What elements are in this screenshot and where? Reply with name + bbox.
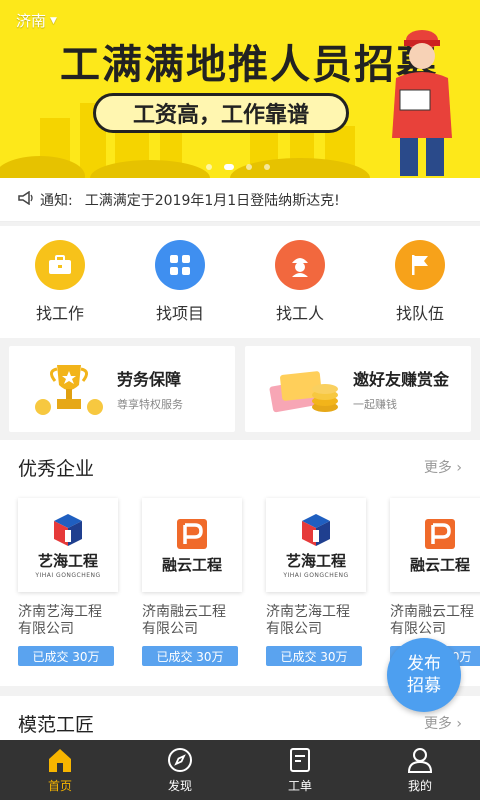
notice-bar[interactable]: 通知: 工满满定于2019年1月1日登陆纳斯达克! xyxy=(0,178,480,222)
company-logo: 融云工程 xyxy=(390,498,480,592)
city-selector[interactable]: 济南 ▼ xyxy=(16,10,57,31)
post-recruitment-button[interactable]: 发布 招募 xyxy=(387,638,461,712)
chevron-right-icon: › xyxy=(456,716,462,732)
rongyun-logo-icon xyxy=(425,518,455,549)
section-title: 优秀企业 xyxy=(18,457,95,480)
carousel-dot xyxy=(206,164,212,170)
quicknav-label: 找工作 xyxy=(35,304,84,323)
deal-badge: 已成交 30万 xyxy=(142,646,238,666)
worker-illustration xyxy=(392,30,452,176)
promo-subtitle: 一起赚钱 xyxy=(353,398,397,411)
logo-text: 融云工程 xyxy=(409,555,470,574)
company-card[interactable]: 融云工程 济南融云工程有限公司 已成交 30万 xyxy=(142,498,242,666)
bottom-tab-bar: 首页 发现 工单 我的 xyxy=(0,740,480,800)
section-header: 优秀企业 更多 › xyxy=(0,440,480,494)
company-logo: 艺海工程 YIHAI GONGCHENG xyxy=(18,498,118,592)
caret-down-icon: ▼ xyxy=(50,15,57,26)
deal-badge: 已成交 30万 xyxy=(266,646,362,666)
flag-icon xyxy=(395,240,445,290)
company-card[interactable]: 艺海工程 YIHAI GONGCHENG 济南艺海工程 有限公司 已成交 30万 xyxy=(266,498,366,666)
yihai-logo-icon xyxy=(54,513,82,546)
quicknav-label: 找队伍 xyxy=(395,304,444,323)
banner-subtitle: 工资高，工作靠谱 xyxy=(93,93,349,133)
section-title: 模范工匠 xyxy=(18,713,95,736)
company-name: 济南融云工程 有限公司 xyxy=(390,604,474,637)
carousel-dot xyxy=(264,164,270,170)
rongyun-logo-icon xyxy=(177,518,207,549)
carousel-indicators xyxy=(206,164,270,170)
quicknav-find-job[interactable]: 找工作 xyxy=(0,226,120,338)
promo-subtitle: 尊享特权服务 xyxy=(117,398,183,411)
user-icon xyxy=(407,748,433,773)
promo-cards: 劳务保障 尊享特权服务 邀好友赚赏金 一起赚钱 xyxy=(0,342,480,436)
tab-label: 首页 xyxy=(47,779,72,793)
tab-mine[interactable]: 我的 xyxy=(360,740,480,800)
more-label: 更多 xyxy=(423,716,452,732)
quicknav-label: 找项目 xyxy=(155,304,204,323)
quicknav-find-project[interactable]: 找项目 xyxy=(120,226,240,338)
tab-home[interactable]: 首页 xyxy=(0,740,120,800)
more-label: 更多 xyxy=(423,460,452,476)
tab-label: 工单 xyxy=(287,779,312,793)
more-link[interactable]: 更多 › xyxy=(424,713,462,733)
promo-title: 邀好友赚赏金 xyxy=(353,370,450,389)
company-logo: 艺海工程 YIHAI GONGCHENG xyxy=(266,498,366,592)
quicknav-find-team[interactable]: 找队伍 xyxy=(360,226,480,338)
coins-icon xyxy=(269,371,338,413)
company-logo: 融云工程 xyxy=(142,498,242,592)
notice-label: 通知: xyxy=(40,192,73,209)
logo-pinyin: YIHAI GONGCHENG xyxy=(35,571,101,579)
more-link[interactable]: 更多 › xyxy=(424,457,462,477)
logo-pinyin: YIHAI GONGCHENG xyxy=(283,571,349,579)
chevron-right-icon: › xyxy=(456,460,462,476)
notice-text: 工满满定于2019年1月1日登陆纳斯达克! xyxy=(84,192,340,209)
quicknav-label: 找工人 xyxy=(275,304,324,323)
deal-badge: 已成交 30万 xyxy=(18,646,114,666)
promo-invite-friends[interactable]: 邀好友赚赏金 一起赚钱 xyxy=(245,346,471,432)
document-icon xyxy=(290,748,310,772)
tab-discover[interactable]: 发现 xyxy=(120,740,240,800)
company-name: 济南融云工程 有限公司 xyxy=(142,604,226,637)
logo-text: 艺海工程 xyxy=(37,551,98,570)
fab-label-line2: 招募 xyxy=(407,676,441,696)
grid-icon xyxy=(155,240,205,290)
trophy-icon xyxy=(35,365,103,415)
home-icon xyxy=(49,749,71,772)
fab-label-line1: 发布 xyxy=(407,654,441,674)
compass-icon xyxy=(168,748,192,772)
company-card[interactable]: 艺海工程 YIHAI GONGCHENG 济南艺海工程 有限公司 已成交 30万 xyxy=(18,498,118,666)
tab-work-orders[interactable]: 工单 xyxy=(240,740,360,800)
megaphone-icon xyxy=(18,190,34,209)
tab-label: 发现 xyxy=(167,779,192,793)
city-name: 济南 xyxy=(16,12,47,30)
carousel-dot-active xyxy=(224,164,234,170)
yihai-logo-icon xyxy=(302,513,330,546)
company-name: 济南艺海工程 有限公司 xyxy=(266,604,350,637)
promo-banner[interactable]: 济南 ▼ 工满满地推人员招募 工资高，工作靠谱 xyxy=(0,0,480,178)
logo-text: 艺海工程 xyxy=(285,551,346,570)
quick-nav: 找工作 找项目 找工人 找队伍 xyxy=(0,226,480,338)
promo-labor-guarantee[interactable]: 劳务保障 尊享特权服务 xyxy=(9,346,235,432)
logo-text: 融云工程 xyxy=(161,555,222,574)
briefcase-icon xyxy=(35,240,85,290)
carousel-dot xyxy=(246,164,252,170)
company-name: 济南艺海工程 有限公司 xyxy=(18,604,102,637)
tab-label: 我的 xyxy=(407,779,432,793)
quicknav-find-worker[interactable]: 找工人 xyxy=(240,226,360,338)
worker-helmet-icon xyxy=(275,240,325,290)
promo-title: 劳务保障 xyxy=(117,370,182,389)
